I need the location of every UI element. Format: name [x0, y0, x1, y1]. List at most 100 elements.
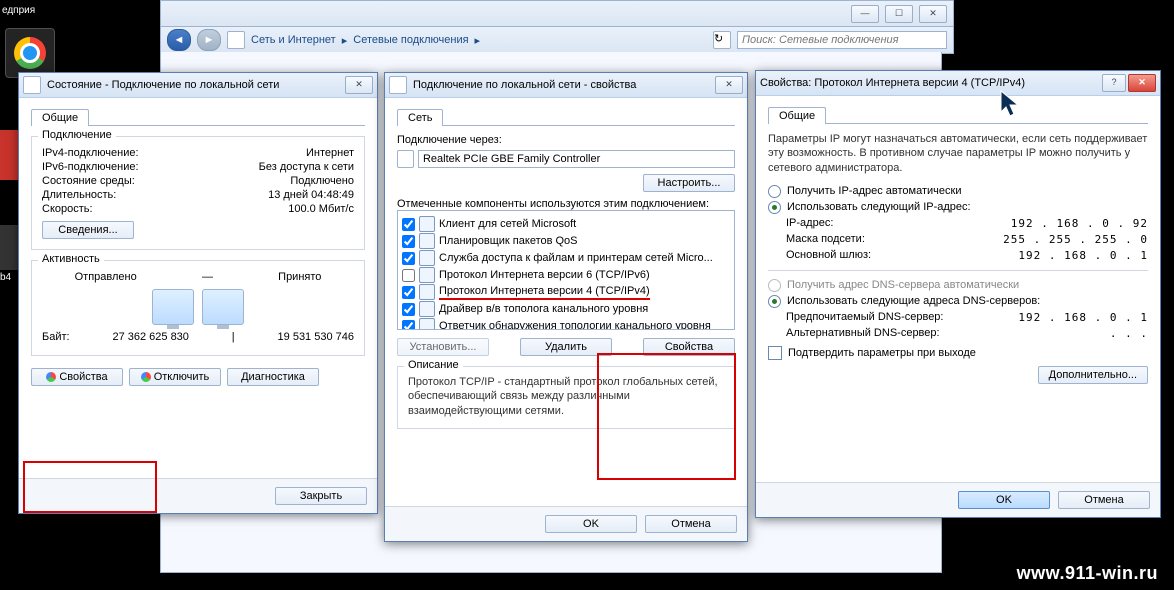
disable-button[interactable]: Отключить	[129, 368, 221, 386]
gateway-label: Основной шлюз:	[786, 249, 871, 261]
nav-forward-button[interactable]: ►	[197, 29, 221, 51]
gmail-icon-partial	[0, 130, 18, 180]
window-title: Подключение по локальной сети - свойства	[413, 79, 709, 91]
breadcrumb[interactable]: Сетевые подключения	[353, 34, 468, 46]
connect-through-label: Подключение через:	[397, 134, 735, 146]
minimize-button[interactable]: —	[851, 5, 879, 23]
bytes-sent: 27 362 625 830	[112, 331, 188, 343]
radio-manual-dns[interactable]: Использовать следующие адреса DNS-сервер…	[768, 295, 1148, 308]
close-button[interactable]: ✕	[919, 5, 947, 23]
tab-general[interactable]: Общие	[31, 109, 89, 126]
description-label: Описание	[404, 359, 463, 371]
desktop-icon-partial: b4	[0, 225, 18, 270]
close-button[interactable]: ✕	[345, 76, 373, 94]
diagnose-button[interactable]: Диагностика	[227, 368, 319, 386]
chrome-shortcut[interactable]	[5, 28, 55, 78]
list-item-tcpip4[interactable]: Протокол Интернета версии 4 (TCP/IPv4)	[402, 284, 730, 300]
window-title: Свойства: Протокол Интернета версии 4 (T…	[760, 77, 1096, 89]
bytes-recv: 19 531 530 746	[278, 331, 354, 343]
components-list[interactable]: Клиент для сетей Microsoft Планировщик п…	[397, 210, 735, 330]
components-label: Отмеченные компоненты используются этим …	[397, 198, 735, 210]
close-button-footer[interactable]: Закрыть	[275, 487, 367, 505]
label: Скорость:	[42, 203, 93, 215]
cancel-button[interactable]: Отмена	[645, 515, 737, 533]
gateway-value[interactable]: 192 . 168 . 0 . 1	[998, 249, 1148, 262]
chrome-icon	[14, 37, 46, 69]
uninstall-button[interactable]: Удалить	[520, 338, 612, 356]
refresh-icon[interactable]: ↻	[713, 31, 731, 49]
ip-label: IP-адрес:	[786, 217, 833, 229]
ok-button[interactable]: OK	[958, 491, 1050, 509]
list-item[interactable]: Драйвер в/в тополога канального уровня	[402, 301, 730, 317]
dns1-label: Предпочитаемый DNS-сервер:	[786, 311, 943, 323]
mask-label: Маска подсети:	[786, 233, 865, 245]
client-icon	[419, 216, 435, 232]
connection-properties-window: Подключение по локальной сети - свойства…	[384, 72, 748, 542]
protocol-icon	[419, 267, 435, 283]
list-item[interactable]: Клиент для сетей Microsoft	[402, 216, 730, 232]
dns2-value[interactable]: . . .	[998, 327, 1148, 340]
bytes-label: Байт:	[42, 331, 70, 343]
list-item[interactable]: Планировщик пакетов QoS	[402, 233, 730, 249]
label: IPv6-подключение:	[42, 161, 139, 173]
description-text: Протокол TCP/IP - стандартный протокол г…	[408, 375, 724, 418]
service-icon	[419, 250, 435, 266]
label: Длительность:	[42, 189, 116, 201]
dns1-value[interactable]: 192 . 168 . 0 . 1	[998, 311, 1148, 324]
value: Подключено	[290, 175, 354, 187]
list-item[interactable]: Служба доступа к файлам и принтерам сете…	[402, 250, 730, 266]
details-button[interactable]: Сведения...	[42, 221, 134, 239]
adapter-field	[418, 150, 735, 168]
sent-label: Отправлено	[75, 271, 137, 283]
monitor-icon	[152, 289, 194, 325]
maximize-button[interactable]: ☐	[885, 5, 913, 23]
properties-button[interactable]: Свойства	[31, 368, 123, 386]
protocol-icon	[419, 301, 435, 317]
group-activity-label: Активность	[38, 253, 104, 265]
network-icon	[227, 31, 245, 49]
intro-text: Параметры IP могут назначаться автоматич…	[768, 132, 1148, 175]
label: IPv4-подключение:	[42, 147, 139, 159]
network-status-icon	[23, 76, 41, 94]
nav-back-button[interactable]: ◄	[167, 29, 191, 51]
value: Интернет	[306, 147, 354, 159]
mask-value[interactable]: 255 . 255 . 255 . 0	[998, 233, 1148, 246]
help-button[interactable]: ?	[1102, 74, 1126, 92]
value: Без доступа к сети	[259, 161, 354, 173]
value: 100.0 Мбит/с	[288, 203, 354, 215]
confirm-on-exit-checkbox[interactable]: Подтвердить параметры при выходе	[768, 346, 1148, 360]
tab-network[interactable]: Сеть	[397, 109, 443, 126]
window-title: Состояние - Подключение по локальной сет…	[47, 79, 339, 91]
adapter-icon	[397, 150, 414, 168]
close-button[interactable]: ✕	[1128, 74, 1156, 92]
cancel-button[interactable]: Отмена	[1058, 491, 1150, 509]
configure-button[interactable]: Настроить...	[643, 174, 735, 192]
monitor-icon	[202, 289, 244, 325]
close-button[interactable]: ✕	[715, 76, 743, 94]
protocol-icon	[419, 284, 435, 300]
radio-manual-ip[interactable]: Использовать следующий IP-адрес:	[768, 201, 1148, 214]
dns2-label: Альтернативный DNS-сервер:	[786, 327, 940, 339]
tab-general[interactable]: Общие	[768, 107, 826, 124]
radio-auto-ip[interactable]: Получить IP-адрес автоматически	[768, 185, 1148, 198]
recv-label: Принято	[278, 271, 321, 283]
explorer-navbar: ◄ ► Сеть и Интернет ▸ Сетевые подключени…	[160, 26, 954, 54]
protocol-icon	[419, 318, 435, 330]
search-input[interactable]	[737, 31, 947, 49]
list-item[interactable]: Протокол Интернета версии 6 (TCP/IPv6)	[402, 267, 730, 283]
network-icon	[389, 76, 407, 94]
explorer-titlebar: — ☐ ✕	[160, 0, 954, 27]
status-window: Состояние - Подключение по локальной сет…	[18, 72, 378, 514]
install-button[interactable]: Установить...	[397, 338, 489, 356]
ip-value[interactable]: 192 . 168 . 0 . 92	[998, 217, 1148, 230]
watermark-text: www.911-win.ru	[1017, 563, 1158, 584]
advanced-button[interactable]: Дополнительно...	[1038, 366, 1148, 384]
ok-button[interactable]: OK	[545, 515, 637, 533]
list-item[interactable]: Ответчик обнаружения топологии канальног…	[402, 318, 730, 330]
value: 13 дней 04:48:49	[268, 189, 354, 201]
component-properties-button[interactable]: Свойства	[643, 338, 735, 356]
service-icon	[419, 233, 435, 249]
desktop-shortcut-label: едприя	[2, 5, 35, 16]
breadcrumb[interactable]: Сеть и Интернет	[251, 34, 336, 46]
group-connection-label: Подключение	[38, 129, 116, 141]
